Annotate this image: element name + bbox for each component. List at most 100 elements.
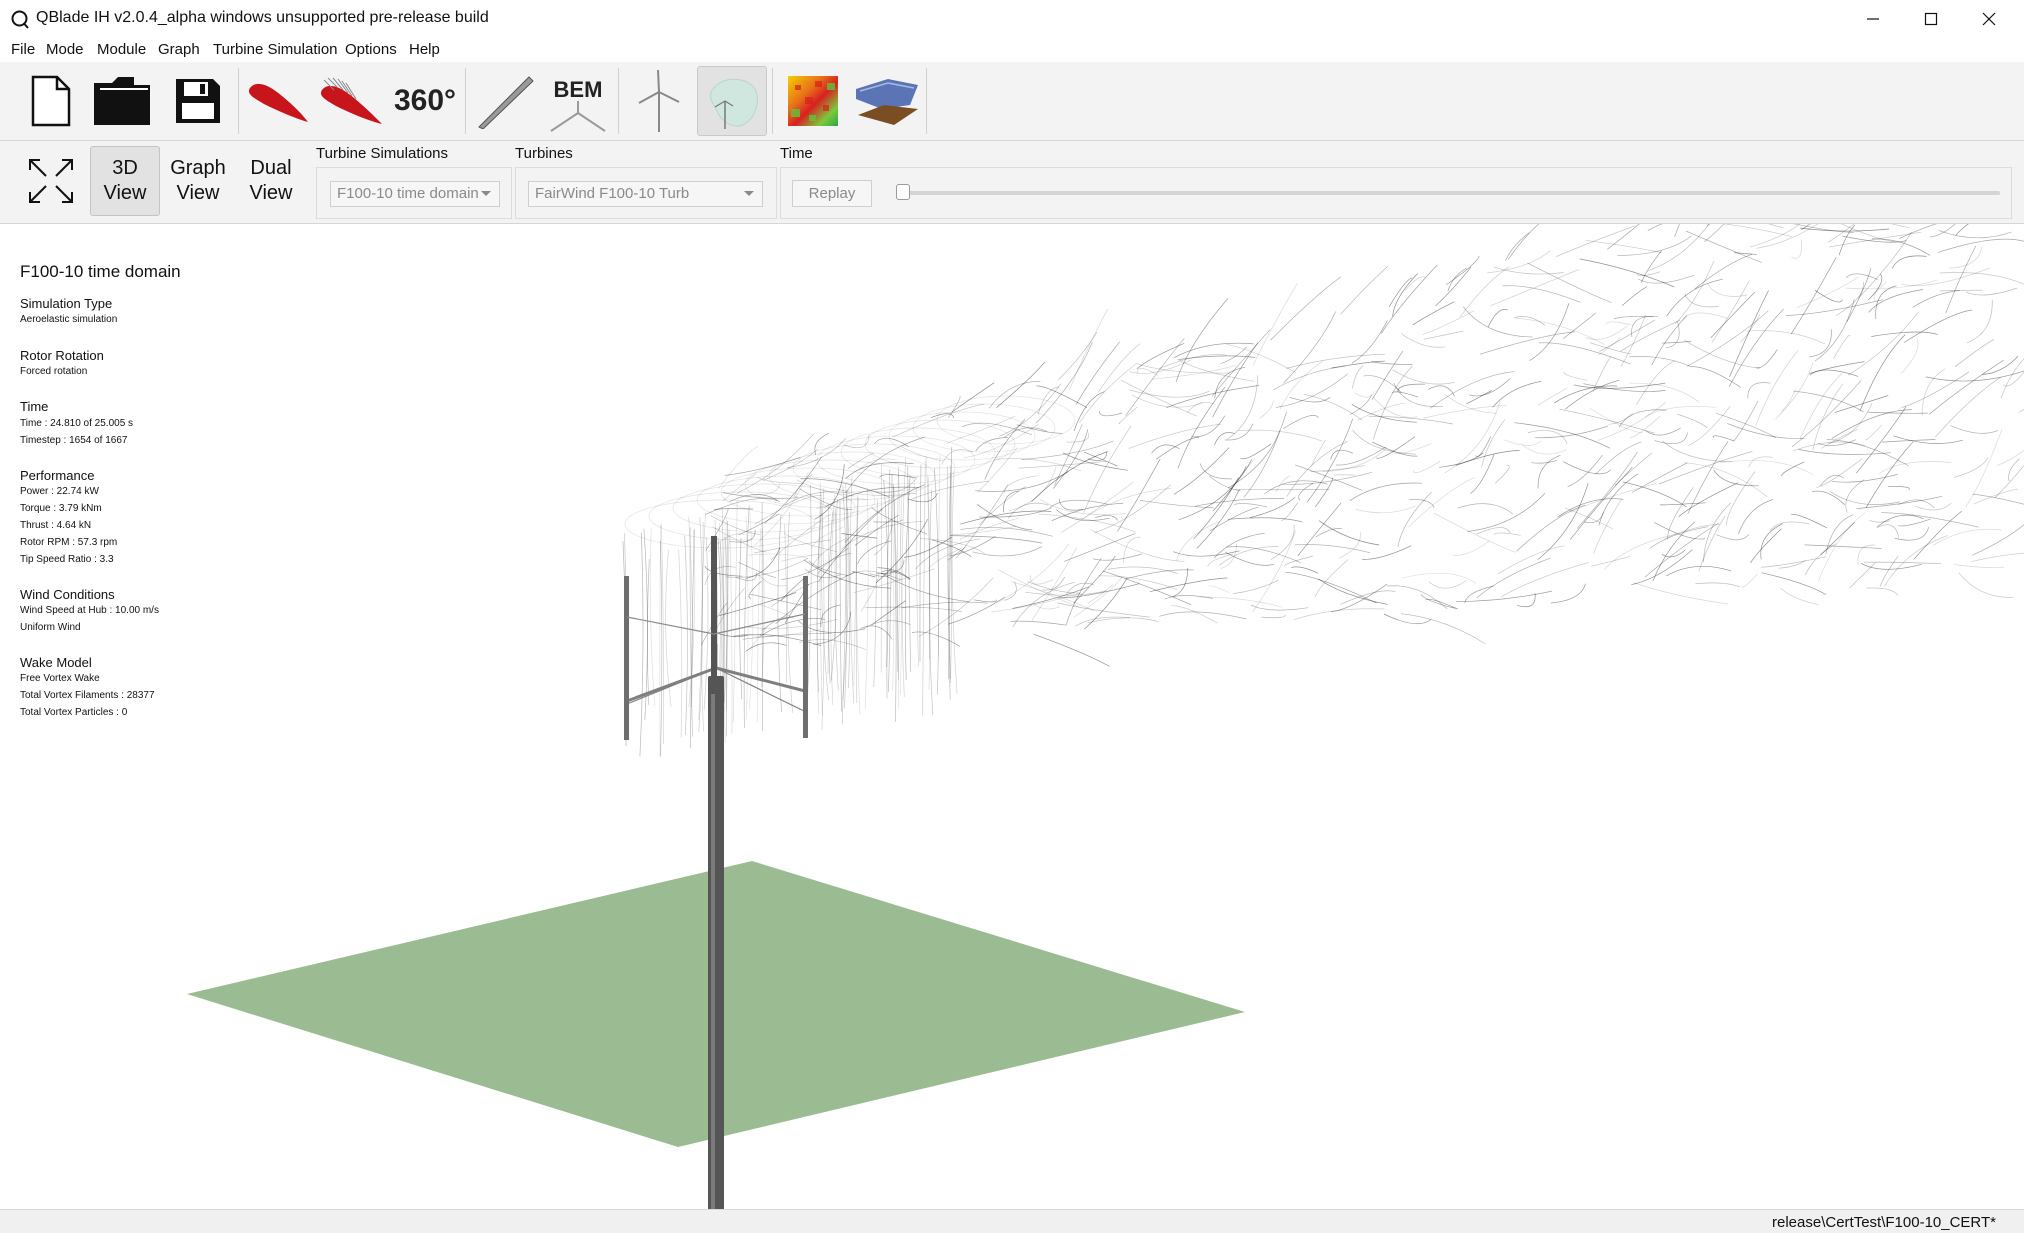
menu-graph[interactable]: Graph bbox=[158, 41, 200, 58]
toolbar-separator bbox=[772, 68, 773, 134]
wave-environment-button[interactable] bbox=[852, 66, 922, 136]
turbine-simulation-button[interactable] bbox=[697, 66, 767, 136]
window-title: QBlade IH v2.0.4_alpha windows unsupport… bbox=[36, 9, 489, 26]
main-toolbar: 360° BEM bbox=[0, 62, 2024, 141]
turbine-3d-scene[interactable] bbox=[0, 224, 2024, 1209]
turbine-simulation-selected-value: F100-10 time domain bbox=[337, 185, 479, 202]
qblade-logo-icon bbox=[11, 10, 29, 29]
info-heading: Wake Model bbox=[20, 655, 92, 670]
status-bar: release\CertTest\F100-10_CERT* bbox=[0, 1209, 2024, 1233]
chevron-down-icon bbox=[744, 191, 754, 196]
turbulent-windfield-button[interactable] bbox=[778, 66, 848, 136]
menu-file[interactable]: File bbox=[11, 41, 35, 58]
fullscreen-button[interactable] bbox=[16, 146, 86, 216]
replay-button[interactable]: Replay bbox=[792, 180, 872, 207]
3d-viewport[interactable]: F100-10 time domain Simulation Type Aero… bbox=[0, 224, 2024, 1209]
turbine-tower bbox=[708, 676, 724, 1209]
xfoil-analysis-button[interactable] bbox=[316, 66, 386, 136]
info-value: Wind Speed at Hub : 10.00 m/s bbox=[20, 605, 159, 616]
qblade-window: QBlade IH v2.0.4_alpha windows unsupport… bbox=[0, 0, 2024, 1233]
menu-help[interactable]: Help bbox=[409, 41, 440, 58]
minimize-button[interactable] bbox=[1844, 0, 1902, 38]
info-heading: Time bbox=[20, 399, 49, 414]
wake-simulation-icon bbox=[710, 78, 758, 129]
info-heading: Wind Conditions bbox=[20, 587, 115, 602]
open-folder-icon bbox=[94, 77, 150, 125]
graph-view-label-line2: View bbox=[176, 182, 220, 204]
toolbar-separator bbox=[618, 68, 619, 134]
turbine-simulations-label: Turbine Simulations bbox=[316, 145, 449, 162]
wind-turbine-icon bbox=[638, 70, 680, 132]
info-value: Timestep : 1654 of 1667 bbox=[20, 435, 128, 446]
wave-seabed-icon bbox=[856, 79, 918, 125]
turbines-label: Turbines bbox=[515, 145, 573, 162]
title-bar: QBlade IH v2.0.4_alpha windows unsupport… bbox=[0, 0, 2024, 38]
time-slider-handle[interactable] bbox=[896, 184, 910, 200]
view-toolbar: 3D View Graph View Dual View Turbine Sim… bbox=[0, 141, 2024, 224]
menu-mode[interactable]: Mode bbox=[46, 41, 84, 58]
dual-view-label-line2: View bbox=[249, 182, 293, 204]
info-value: Total Vortex Filaments : 28377 bbox=[20, 690, 155, 701]
info-value: Aeroelastic simulation bbox=[20, 314, 118, 325]
info-value: Power : 22.74 kW bbox=[20, 486, 99, 497]
save-icon bbox=[176, 79, 220, 123]
airfoil-icon bbox=[248, 83, 308, 122]
new-project-button[interactable] bbox=[15, 66, 85, 136]
info-value: Thrust : 4.64 kN bbox=[20, 520, 92, 531]
turbine-definition-button[interactable] bbox=[623, 66, 693, 136]
expand-arrows-icon bbox=[29, 159, 73, 203]
info-value: Rotor RPM : 57.3 rpm bbox=[20, 537, 118, 548]
toolbar-separator bbox=[238, 68, 239, 134]
tower-highlight bbox=[711, 676, 715, 1209]
dual-view-button[interactable]: Dual View bbox=[236, 146, 306, 216]
windfield-icon bbox=[788, 76, 838, 126]
info-heading: Rotor Rotation bbox=[20, 348, 104, 363]
menu-turbine-simulation[interactable]: Turbine Simulation bbox=[213, 41, 338, 58]
vortex-wake bbox=[622, 224, 2024, 758]
info-value: Total Vortex Particles : 0 bbox=[20, 707, 128, 718]
chevron-down-icon bbox=[481, 191, 491, 196]
turbine-select[interactable]: FairWind F100-10 Turb bbox=[528, 181, 763, 207]
airfoil-analysis-icon bbox=[320, 77, 382, 124]
bem-simulation-button[interactable]: BEM bbox=[543, 66, 613, 136]
time-label: Time bbox=[780, 145, 813, 162]
turbine-selected-value: FairWind F100-10 Turb bbox=[535, 185, 690, 202]
menu-bar: File Mode Module Graph Turbine Simulatio… bbox=[0, 38, 2024, 62]
airfoil-design-button[interactable] bbox=[243, 66, 313, 136]
graph-view-button[interactable]: Graph View bbox=[163, 146, 233, 216]
info-value: Time : 24.810 of 25.005 s bbox=[20, 418, 134, 429]
graph-view-label-line1: Graph bbox=[170, 157, 226, 179]
toolbar-separator bbox=[926, 68, 927, 134]
close-button[interactable] bbox=[1960, 0, 2018, 38]
info-value: Tip Speed Ratio : 3.3 bbox=[20, 554, 114, 565]
new-file-icon bbox=[31, 75, 71, 127]
maximize-button[interactable] bbox=[1902, 0, 1960, 38]
close-icon bbox=[1982, 12, 1996, 26]
menu-options[interactable]: Options bbox=[345, 41, 397, 58]
menu-module[interactable]: Module bbox=[97, 41, 146, 58]
svg-text:BEM: BEM bbox=[554, 77, 603, 102]
save-project-button[interactable] bbox=[163, 66, 233, 136]
blade-icon bbox=[478, 76, 534, 129]
open-project-button[interactable] bbox=[88, 66, 158, 136]
dual-view-label-line1: Dual bbox=[250, 157, 292, 179]
bem-rotor-icon: BEM bbox=[550, 77, 606, 132]
maximize-icon bbox=[1924, 12, 1938, 26]
3d-view-label-line1: 3D bbox=[112, 157, 138, 179]
turbine-simulation-select[interactable]: F100-10 time domain bbox=[330, 181, 500, 207]
time-slider[interactable] bbox=[904, 191, 2000, 195]
info-value: Forced rotation bbox=[20, 366, 88, 377]
info-heading: Simulation Type bbox=[20, 296, 113, 311]
minimize-icon bbox=[1867, 18, 1879, 20]
info-value: Free Vortex Wake bbox=[20, 673, 100, 684]
project-path: release\CertTest\F100-10_CERT* bbox=[1772, 1214, 1996, 1231]
polar-360-button[interactable]: 360° bbox=[390, 66, 460, 136]
simulation-name: F100-10 time domain bbox=[20, 262, 181, 281]
info-heading: Performance bbox=[20, 468, 95, 483]
info-value: Uniform Wind bbox=[20, 622, 81, 633]
3d-view-button[interactable]: 3D View bbox=[90, 146, 160, 216]
polar-360-label: 360° bbox=[393, 84, 457, 117]
blade-design-button[interactable] bbox=[470, 66, 540, 136]
info-value: Torque : 3.79 kNm bbox=[20, 503, 102, 514]
toolbar-separator bbox=[465, 68, 466, 134]
